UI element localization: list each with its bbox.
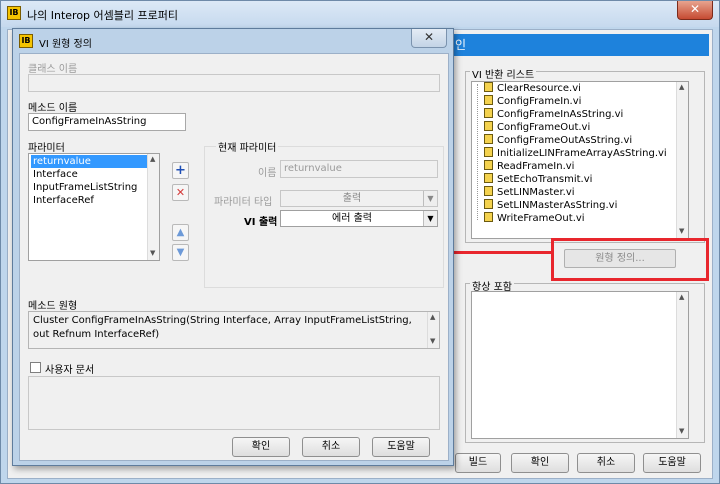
- dialog-titlebar[interactable]: IB VI 원형 정의 ✕: [13, 29, 453, 51]
- vi-file-icon: [484, 186, 493, 196]
- parameter-type-select[interactable]: 출력 ▼: [280, 190, 438, 207]
- vi-list-scrollbar[interactable]: ▲ ▼: [676, 82, 688, 238]
- build-button[interactable]: 빌드: [455, 453, 501, 473]
- move-up-icon[interactable]: ▲: [172, 224, 189, 241]
- chevron-down-icon[interactable]: ▼: [423, 191, 437, 206]
- add-parameter-icon[interactable]: +: [172, 162, 189, 179]
- parameter-type-label: 파라미터 타입: [214, 197, 273, 208]
- help-button[interactable]: 도움말: [372, 437, 430, 457]
- parameters-list[interactable]: returnvalue Interface InputFrameListStri…: [28, 153, 160, 261]
- vi-output-select[interactable]: 에러 출력 ▼: [280, 210, 438, 227]
- scroll-up-icon[interactable]: ▲: [150, 155, 155, 163]
- list-item[interactable]: InitializeLINFrameArrayAsString.vi: [484, 147, 667, 160]
- close-icon[interactable]: ✕: [677, 1, 713, 20]
- vi-file-icon: [484, 160, 493, 170]
- app-icon: IB: [19, 34, 33, 48]
- vi-output-label: VI 출력: [244, 217, 278, 228]
- current-parameter-label: 현재 파라미터: [216, 139, 279, 154]
- list-item[interactable]: InterfaceRef: [31, 194, 94, 207]
- list-item[interactable]: ConfigFrameIn.vi: [484, 95, 581, 108]
- properties-titlebar[interactable]: IB 나의 Interop 어셈블리 프로퍼티 ✕: [1, 1, 719, 27]
- scroll-up-icon[interactable]: ▲: [430, 313, 435, 321]
- tree-connector: [477, 84, 478, 220]
- list-item[interactable]: InputFrameListString: [31, 181, 137, 194]
- user-doc-checkbox[interactable]: [30, 362, 41, 373]
- scroll-up-icon[interactable]: ▲: [679, 83, 684, 91]
- move-down-icon[interactable]: ▼: [172, 244, 189, 261]
- method-prototype-text: Cluster ConfigFrameInAsString(String Int…: [33, 315, 412, 340]
- vi-file-icon: [484, 108, 493, 118]
- vi-prototype-dialog: IB VI 원형 정의 ✕ 클래스 이름 메소드 이름 ConfigFrameI…: [12, 28, 454, 466]
- method-name-input[interactable]: ConfigFrameInAsString: [28, 113, 186, 131]
- scroll-down-icon[interactable]: ▼: [679, 427, 684, 435]
- list-item[interactable]: Interface: [31, 168, 78, 181]
- vi-file-icon: [484, 121, 493, 131]
- scroll-up-icon[interactable]: ▲: [679, 293, 684, 301]
- dialog-title: VI 원형 정의: [39, 39, 92, 50]
- app-icon: IB: [7, 6, 21, 20]
- class-name-field[interactable]: [28, 74, 440, 92]
- define-prototype-button[interactable]: 원형 정의...: [564, 249, 676, 268]
- user-doc-textarea[interactable]: [28, 376, 440, 430]
- user-doc-label: 사용자 문서: [45, 365, 95, 376]
- chevron-down-icon[interactable]: ▼: [423, 211, 437, 226]
- dialog-client-area: 클래스 이름 메소드 이름 ConfigFrameInAsString 파라미터…: [19, 53, 449, 461]
- list-item[interactable]: WriteFrameOut.vi: [484, 212, 585, 225]
- help-button[interactable]: 도움말: [643, 453, 701, 473]
- remove-parameter-icon[interactable]: ✕: [172, 184, 189, 201]
- vi-tree-list[interactable]: ClearResource.vi ConfigFrameIn.vi Config…: [471, 81, 689, 239]
- list-item[interactable]: ReadFrameIn.vi: [484, 160, 574, 173]
- parameter-name-field[interactable]: returnvalue: [280, 160, 438, 178]
- vi-file-icon: [484, 95, 493, 105]
- class-name-label: 클래스 이름: [28, 64, 78, 75]
- list-item[interactable]: ClearResource.vi: [484, 82, 581, 95]
- list-item[interactable]: ConfigFrameOutAsString.vi: [484, 134, 632, 147]
- always-include-list[interactable]: ▲ ▼: [471, 291, 689, 439]
- list-item[interactable]: returnvalue: [31, 155, 156, 168]
- scroll-down-icon[interactable]: ▼: [679, 227, 684, 235]
- list-item[interactable]: SetLINMaster.vi: [484, 186, 575, 199]
- parameters-label: 파라미터: [28, 143, 65, 154]
- vi-file-icon: [484, 82, 493, 92]
- category-banner: 인: [447, 34, 709, 56]
- vi-file-icon: [484, 199, 493, 209]
- list-item[interactable]: ConfigFrameOut.vi: [484, 121, 590, 134]
- always-list-scrollbar[interactable]: ▲ ▼: [676, 292, 688, 438]
- method-prototype-box: Cluster ConfigFrameInAsString(String Int…: [28, 311, 440, 349]
- list-item[interactable]: ConfigFrameInAsString.vi: [484, 108, 623, 121]
- scroll-down-icon[interactable]: ▼: [430, 337, 435, 345]
- name-label: 이름: [258, 168, 277, 179]
- parameter-type-value: 출력: [342, 193, 362, 204]
- vi-file-icon: [484, 173, 493, 183]
- vi-file-icon: [484, 134, 493, 144]
- vi-return-list-label: VI 반환 리스트: [470, 66, 537, 81]
- ok-button[interactable]: 확인: [232, 437, 290, 457]
- list-item[interactable]: SetEchoTransmit.vi: [484, 173, 592, 186]
- window-title: 나의 Interop 어셈블리 프로퍼티: [27, 9, 178, 22]
- cancel-button[interactable]: 취소: [302, 437, 360, 457]
- list-item[interactable]: SetLINMasterAsString.vi: [484, 199, 617, 212]
- prototype-scrollbar[interactable]: ▲ ▼: [427, 312, 439, 348]
- cancel-button[interactable]: 취소: [577, 453, 635, 473]
- parameters-scrollbar[interactable]: ▲ ▼: [147, 154, 159, 260]
- vi-file-icon: [484, 147, 493, 157]
- vi-file-icon: [484, 212, 493, 222]
- method-prototype-label: 메소드 원형: [28, 301, 78, 312]
- ok-button[interactable]: 확인: [511, 453, 569, 473]
- method-name-label: 메소드 이름: [28, 103, 78, 114]
- scroll-down-icon[interactable]: ▼: [150, 249, 155, 257]
- close-icon[interactable]: ✕: [411, 29, 447, 48]
- vi-output-value: 에러 출력: [332, 213, 372, 224]
